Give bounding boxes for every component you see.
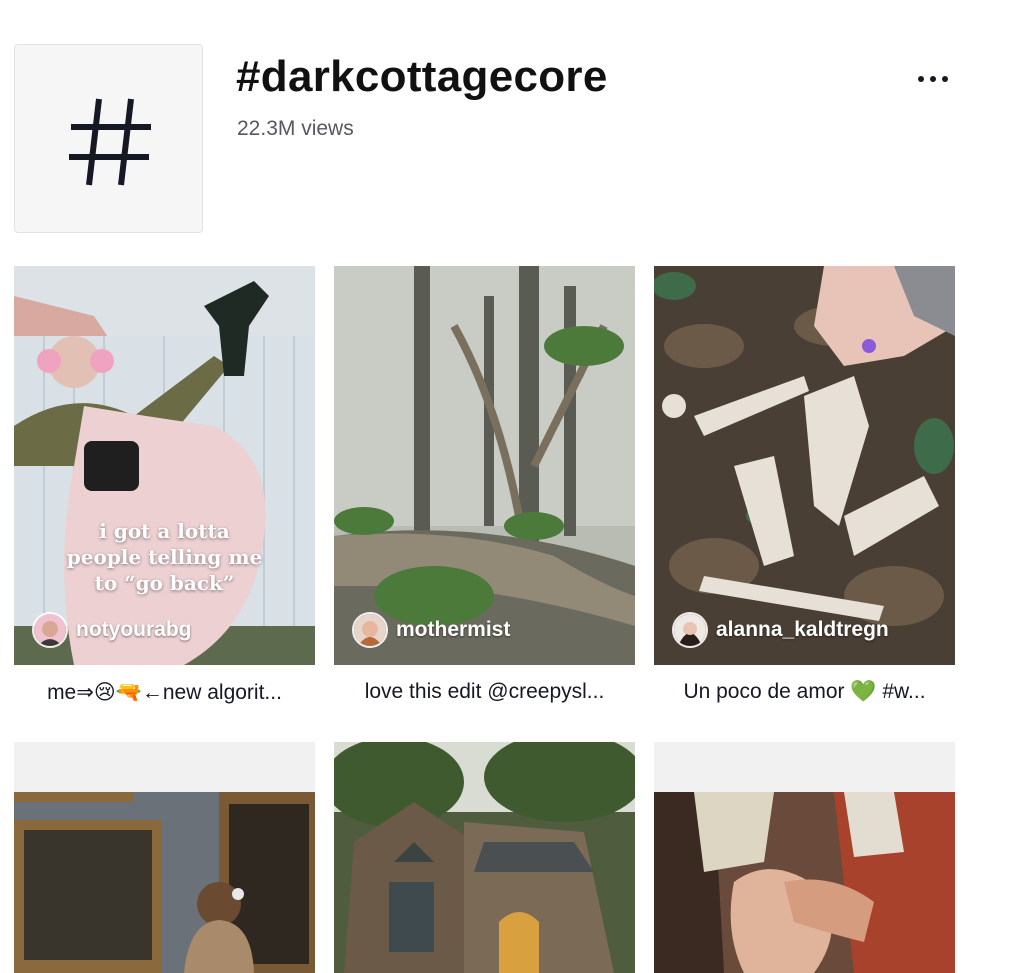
video-card[interactable] <box>654 742 955 973</box>
page-title: #darkcottagecore <box>236 52 608 101</box>
video-caption[interactable]: Un poco de amor 💚 #w... <box>654 680 955 704</box>
video-card[interactable] <box>334 742 635 973</box>
video-card[interactable]: alanna_kaldtregn <box>654 266 955 665</box>
more-options-button[interactable] <box>914 66 954 94</box>
video-author[interactable]: mothermist <box>352 612 510 648</box>
video-card[interactable]: i got a lotta people telling me to “go b… <box>14 266 315 665</box>
video-caption[interactable]: love this edit @creepysl... <box>334 680 635 704</box>
video-card[interactable] <box>14 742 315 973</box>
hashtag-avatar <box>14 44 203 233</box>
video-thumbnail <box>334 742 635 973</box>
video-author[interactable]: notyourabg <box>32 612 192 648</box>
video-thumbnail <box>334 266 635 665</box>
video-card[interactable]: mothermist <box>334 266 635 665</box>
author-avatar <box>672 612 708 648</box>
author-name: alanna_kaldtregn <box>716 618 889 641</box>
hashtag-icon <box>69 98 151 186</box>
video-thumbnail <box>14 742 315 973</box>
author-avatar <box>352 612 388 648</box>
author-avatar <box>32 612 68 648</box>
author-name: mothermist <box>396 618 511 641</box>
video-overlay-text: i got a lotta people telling me to “go b… <box>66 519 263 595</box>
author-name: notyourabg <box>76 618 192 641</box>
video-caption[interactable]: me⇒😢🔫←new algorit... <box>14 680 315 705</box>
video-thumbnail <box>654 266 955 665</box>
view-count: 22.3M views <box>237 117 354 140</box>
more-horizontal-icon <box>918 76 924 82</box>
video-author[interactable]: alanna_kaldtregn <box>672 612 889 648</box>
video-thumbnail <box>14 266 315 665</box>
video-thumbnail <box>654 742 955 973</box>
